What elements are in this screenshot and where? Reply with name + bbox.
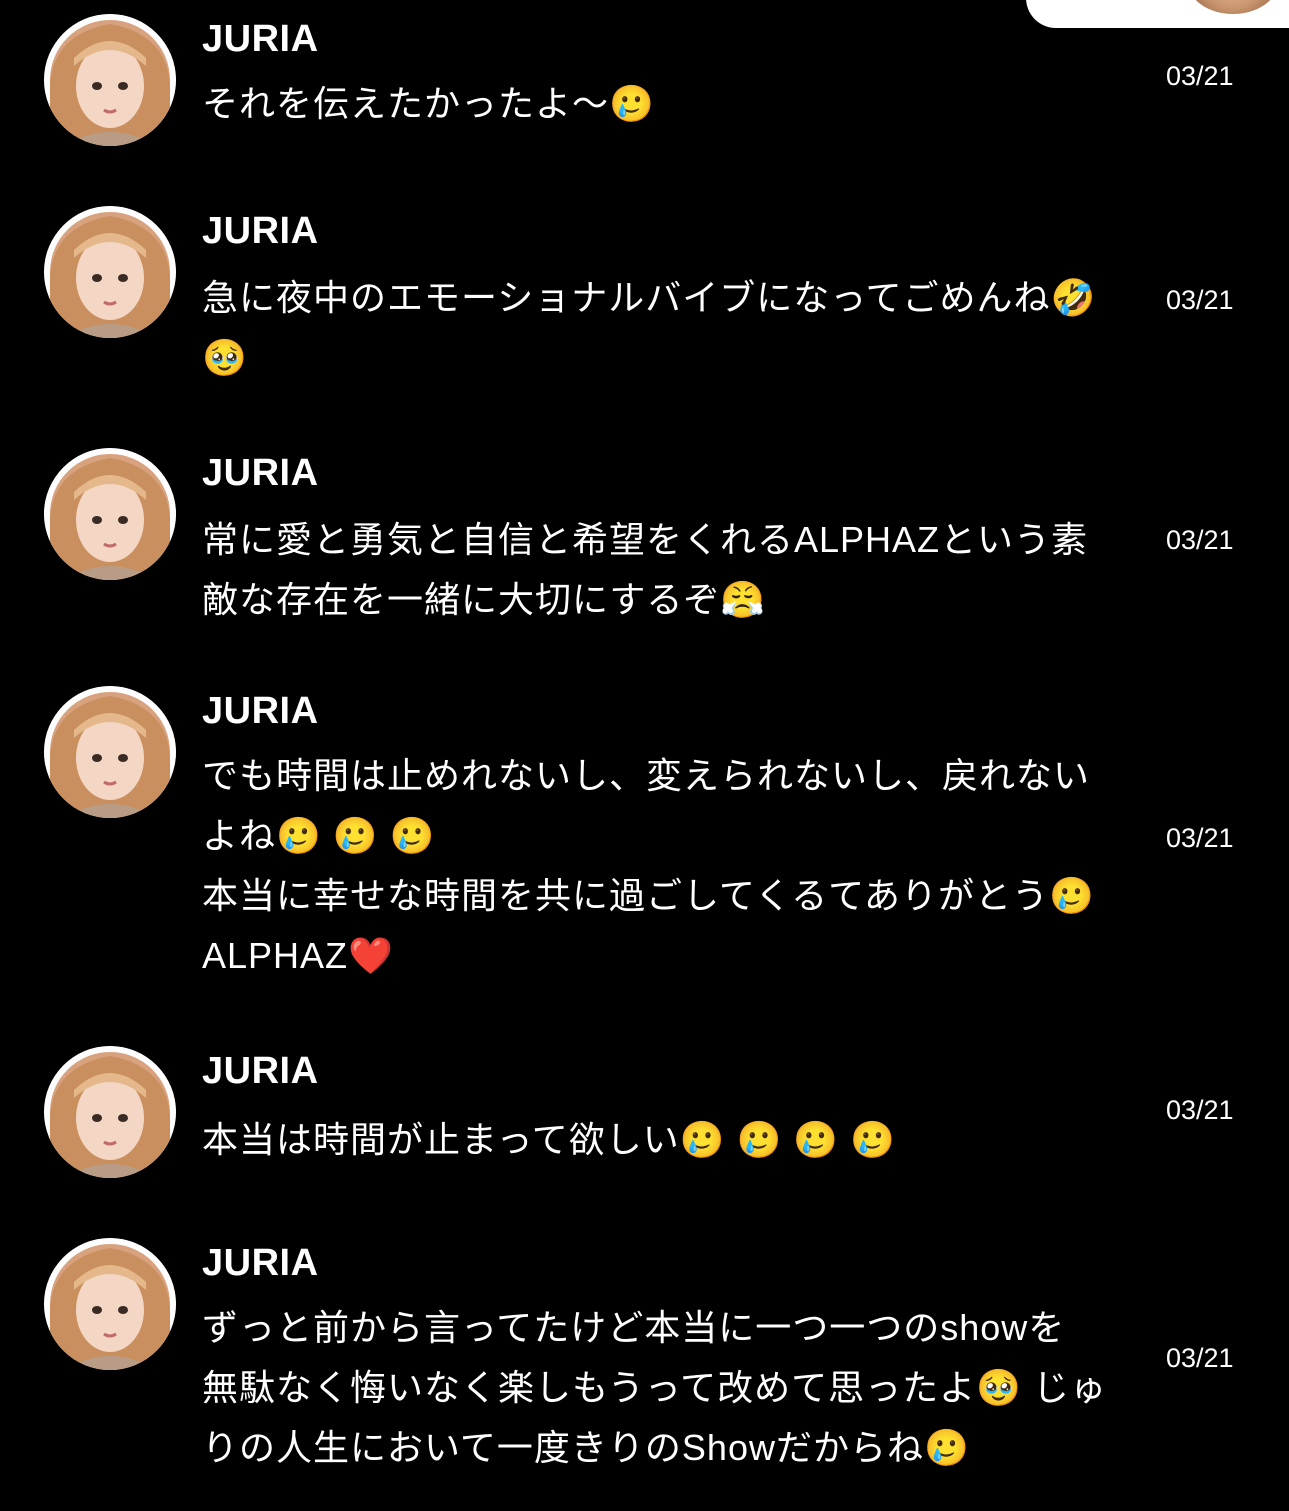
message-date: 03/21 [1166,285,1234,315]
sender-name: JURIA [202,210,319,252]
message-date: 03/21 [1166,1095,1234,1125]
avatar[interactable] [44,686,176,818]
sender-name: JURIA [202,1050,319,1092]
sender-name: JURIA [202,18,319,60]
avatar[interactable] [44,448,176,580]
sender-name: JURIA [202,452,319,494]
message-text: 常に愛と勇気と自信と希望をくれるALPHAZという素 敵な存在を一緒に大切にする… [202,519,1089,620]
sender-name: JURIA [202,1242,319,1284]
message-date: 03/21 [1166,1343,1234,1373]
avatar[interactable] [44,206,176,338]
message-date: 03/21 [1166,61,1234,91]
message-text: でも時間は止めれないし、変えられないし、戻れない よね🥲 🥲 🥲 本当に幸せな時… [202,755,1095,976]
message-text: それを伝えたかったよ〜🥲 [202,83,655,124]
message-text: 本当は時間が止まって欲しい🥲 🥲 🥲 🥲 [202,1119,897,1160]
avatar[interactable] [44,1046,176,1178]
message-text: 急に夜中のエモーショナルバイブになってごめんね🤣 🥹 [202,277,1097,378]
avatar[interactable] [44,14,176,146]
message-date: 03/21 [1166,823,1234,853]
avatar[interactable] [44,1238,176,1370]
sender-name: JURIA [202,690,319,732]
message-date: 03/21 [1166,525,1234,555]
message-text: ずっと前から言ってたけど本当に一つ一つのshowを 無駄なく悔いなく楽しもうって… [202,1307,1107,1468]
